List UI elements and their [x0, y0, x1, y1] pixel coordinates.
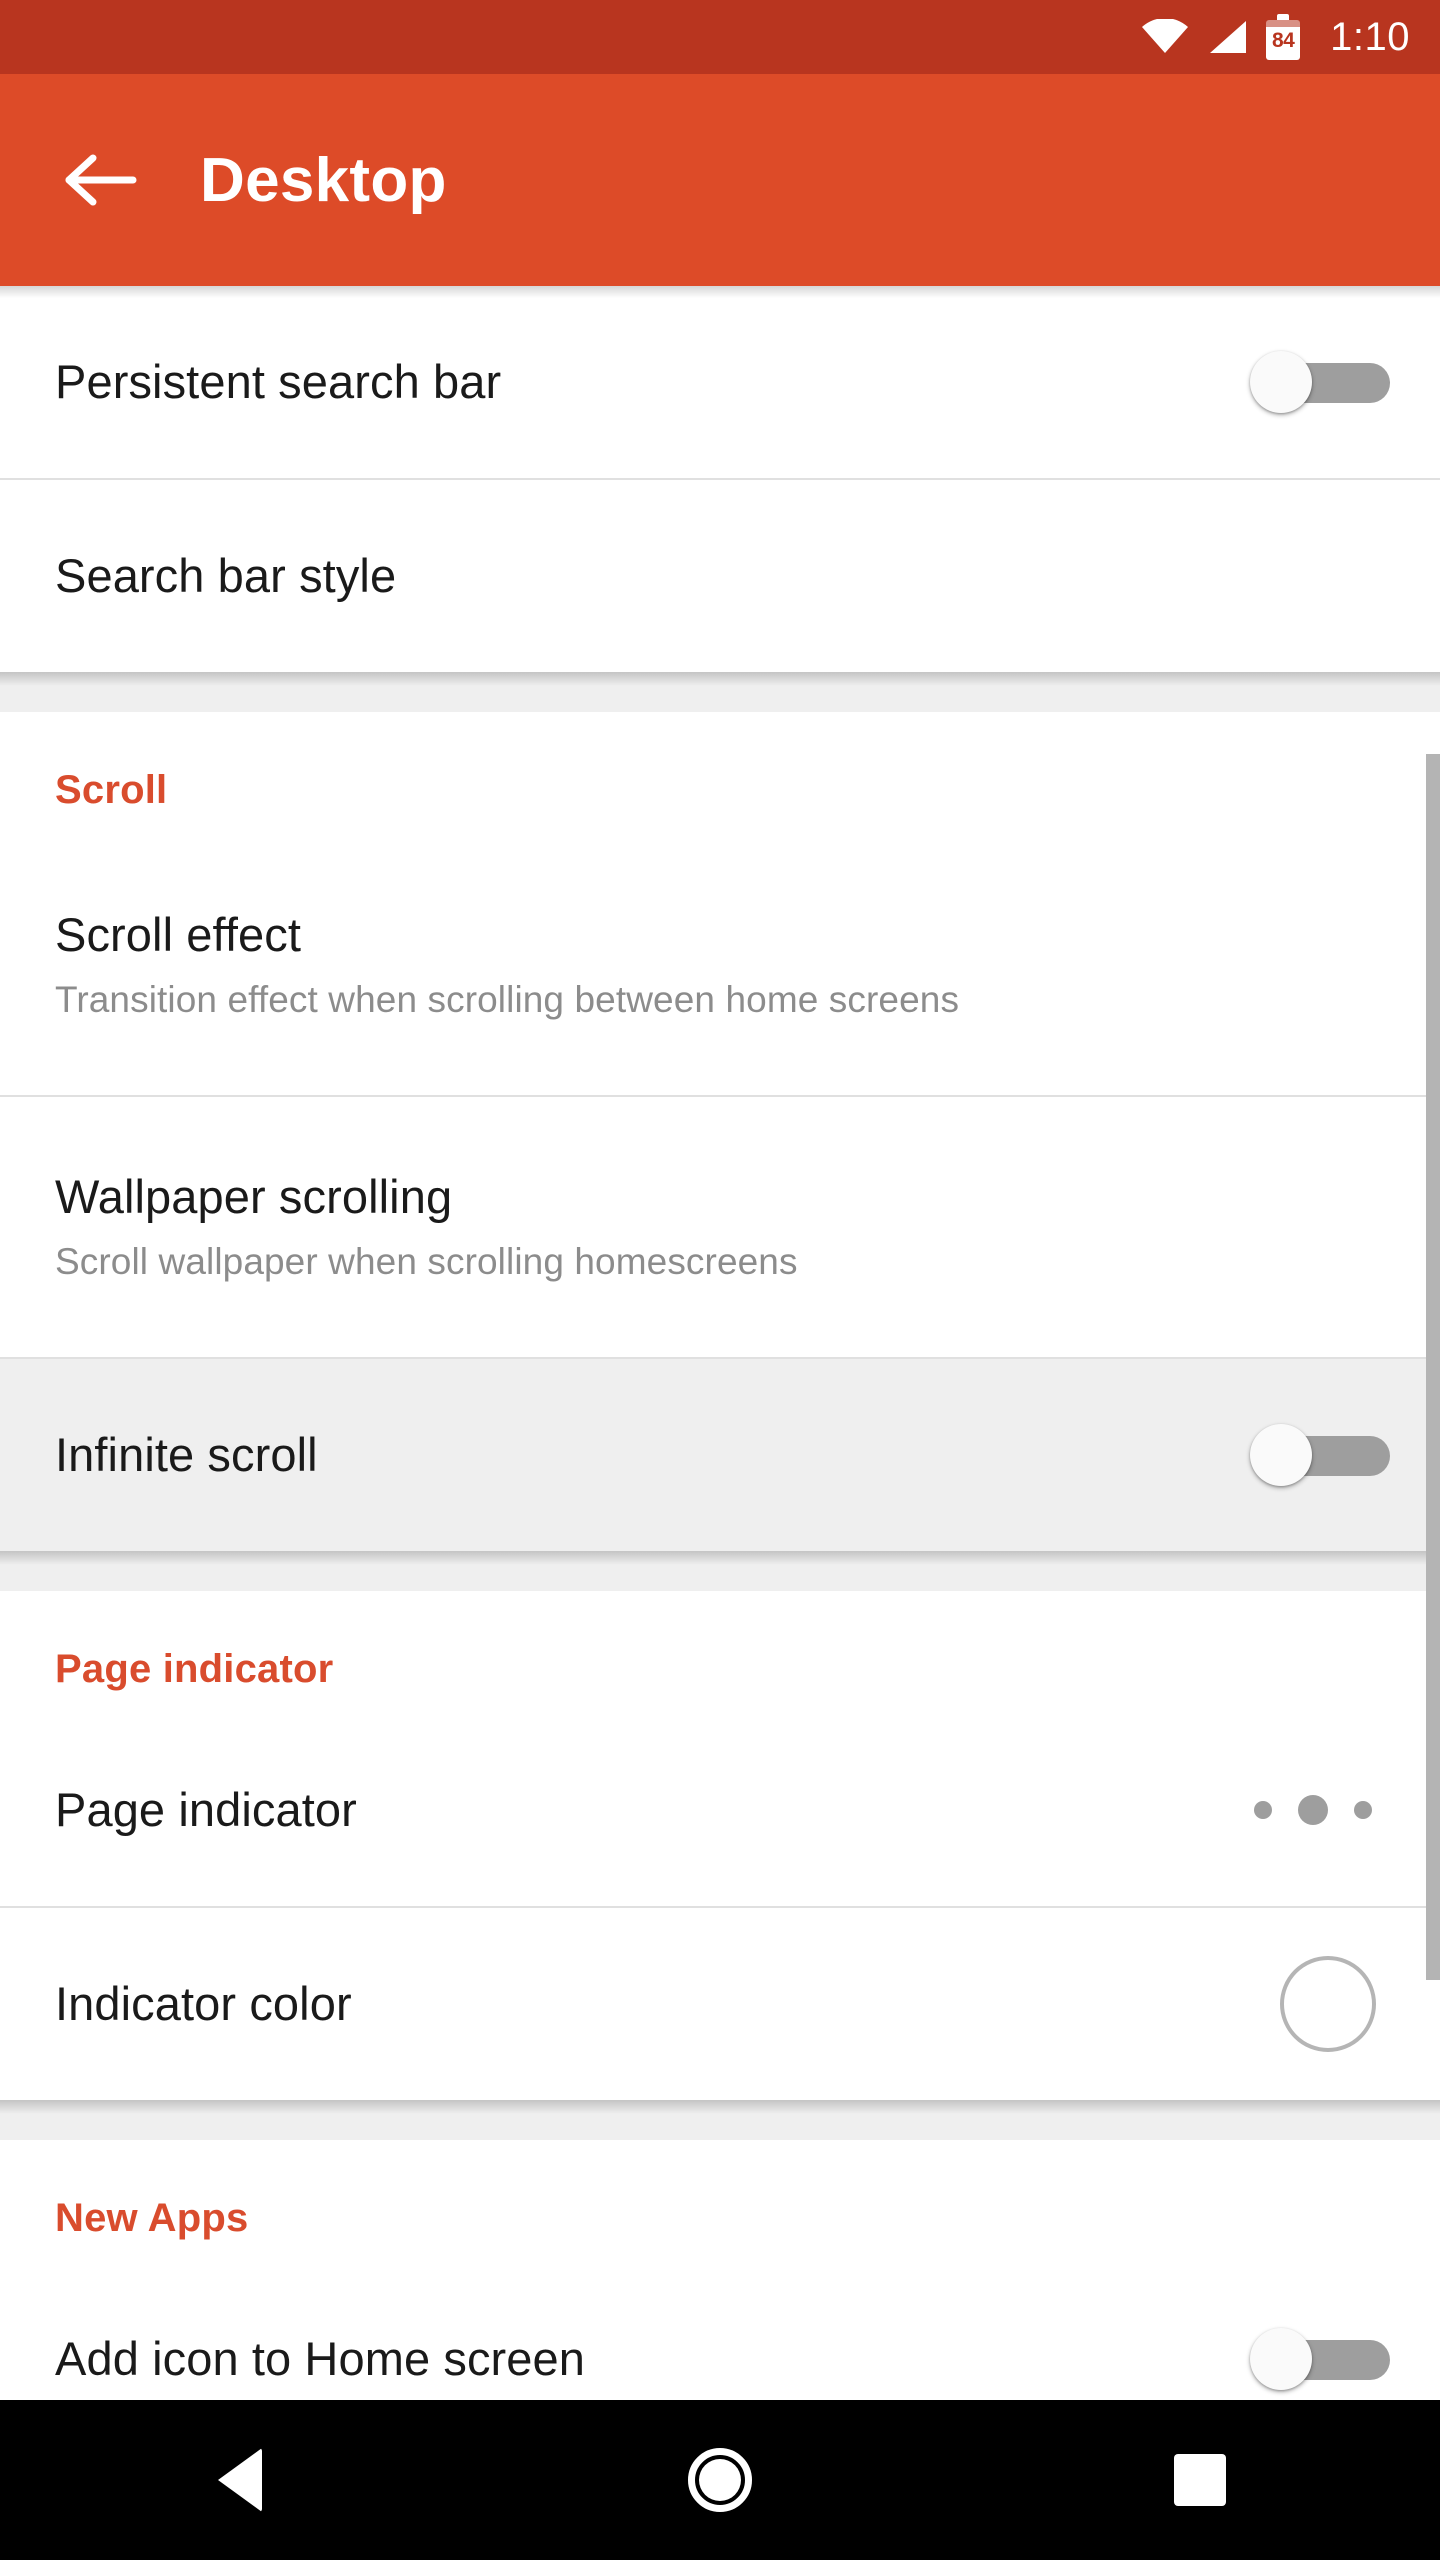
status-bar-clock: 1:10 [1330, 14, 1410, 59]
section-search-bar: Persistent search bar Search bar style [0, 286, 1440, 672]
row-title: Search bar style [55, 548, 397, 602]
circle-icon [688, 2448, 752, 2512]
settings-row-page-indicator[interactable]: Page indicator [0, 1714, 1440, 1906]
row-text: Scroll effect Transition effect when scr… [55, 908, 959, 1022]
battery-percent-label: 84 [1271, 29, 1295, 52]
switch-thumb [1250, 351, 1312, 413]
row-title: Indicator color [55, 1976, 352, 2030]
section-header-scroll: Scroll [55, 768, 168, 812]
signal-icon [1206, 19, 1248, 55]
triangle-left-icon [218, 2448, 262, 2512]
page-dot-1 [1254, 1801, 1272, 1819]
toggle-persistent-search-bar[interactable] [1250, 351, 1390, 413]
row-text: Indicator color [55, 1977, 352, 2031]
settings-row-indicator-color[interactable]: Indicator color [0, 1908, 1440, 2100]
navigation-bar [0, 2400, 1440, 2560]
app-bar: Desktop [0, 74, 1440, 286]
android-settings-screen: 84 1:10 Desktop Persistent search bar Se… [0, 0, 1440, 2560]
section-page-indicator: Page indicator Page indicator Indicator … [0, 1591, 1440, 2100]
indicator-color-swatch[interactable] [1280, 1956, 1376, 2052]
status-bar: 84 1:10 [0, 0, 1440, 74]
status-icons: 84 1:10 [1142, 14, 1410, 60]
toggle-infinite-scroll[interactable] [1250, 1424, 1390, 1486]
switch-thumb [1250, 1424, 1312, 1486]
settings-row-persistent-search-bar[interactable]: Persistent search bar [0, 286, 1440, 478]
row-text: Wallpaper scrolling Scroll wallpaper whe… [55, 1170, 798, 1284]
settings-row-infinite-scroll[interactable]: Infinite scroll [0, 1359, 1440, 1551]
settings-row-search-bar-style[interactable]: Search bar style [0, 480, 1440, 672]
row-title: Page indicator [55, 1782, 357, 1836]
section-separator [0, 2100, 1440, 2140]
section-scroll: Scroll Scroll effect Transition effect w… [0, 712, 1440, 1551]
page-indicator-dots-preview[interactable] [1254, 1795, 1390, 1825]
row-title: Persistent search bar [55, 354, 502, 408]
nav-home-button[interactable] [620, 2400, 820, 2560]
section-new-apps: New Apps Add icon to Home screen [0, 2140, 1440, 2400]
page-dot-3 [1354, 1801, 1372, 1819]
row-text: Page indicator [55, 1783, 357, 1837]
settings-row-wallpaper-scrolling[interactable]: Wallpaper scrolling Scroll wallpaper whe… [0, 1097, 1440, 1357]
section-header-page-indicator: Page indicator [55, 1647, 334, 1691]
nav-recents-button[interactable] [1100, 2400, 1300, 2560]
settings-row-scroll-effect[interactable]: Scroll effect Transition effect when scr… [0, 835, 1440, 1095]
row-subtitle: Transition effect when scrolling between… [55, 978, 960, 1020]
back-button[interactable] [45, 125, 155, 235]
settings-row-add-icon-to-home-screen[interactable]: Add icon to Home screen [0, 2263, 1440, 2400]
row-text: Search bar style [55, 549, 396, 603]
square-icon [1174, 2454, 1226, 2506]
row-title: Wallpaper scrolling [55, 1169, 453, 1223]
row-title: Add icon to Home screen [55, 2331, 586, 2385]
row-title: Scroll effect [55, 907, 301, 961]
switch-thumb [1250, 2328, 1312, 2390]
arrow-left-icon [63, 150, 137, 210]
section-separator [0, 1551, 1440, 1591]
row-text: Add icon to Home screen [55, 2332, 585, 2386]
section-separator [0, 672, 1440, 712]
row-text: Infinite scroll [55, 1428, 318, 1482]
row-title: Infinite scroll [55, 1427, 318, 1481]
toggle-add-icon-to-home-screen[interactable] [1250, 2328, 1390, 2390]
row-subtitle: Scroll wallpaper when scrolling homescre… [55, 1240, 798, 1282]
section-header-new-apps: New Apps [55, 2196, 249, 2240]
battery-level-empty [1266, 20, 1301, 27]
wifi-icon [1142, 19, 1189, 55]
settings-list[interactable]: Persistent search bar Search bar style S… [0, 286, 1440, 2400]
battery-icon: 84 [1266, 14, 1301, 60]
nav-back-button[interactable] [140, 2400, 340, 2560]
page-title: Desktop [200, 145, 447, 215]
page-dot-2-active [1298, 1795, 1328, 1825]
row-text: Persistent search bar [55, 355, 501, 409]
